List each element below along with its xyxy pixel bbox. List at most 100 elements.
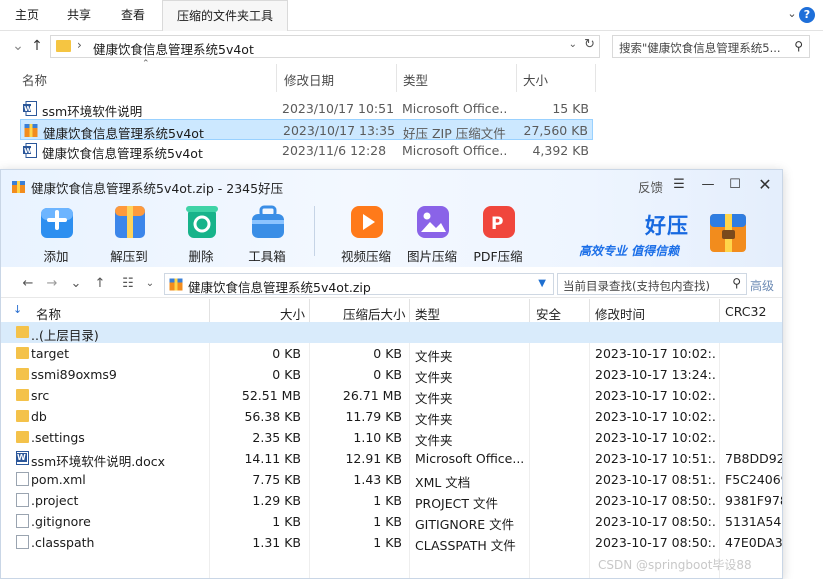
zip-search-input[interactable]: 当前目录查找(支持包内查找) ⚲ [557, 273, 747, 295]
video-compress-button[interactable]: 视频压缩 [334, 200, 398, 264]
entry-compressed-size: 1 KB [373, 493, 402, 508]
entry-type: 文件夹 [415, 349, 453, 364]
zip-path-combobox[interactable]: 健康饮食信息管理系统5v4ot.zip ▼ [164, 273, 554, 295]
entry-name: .project [31, 493, 79, 508]
entry-compressed-size: 12.91 KB [345, 451, 402, 466]
feedback-link[interactable]: 反馈 [638, 177, 663, 196]
video-compress-label: 视频压缩 [340, 249, 391, 264]
delete-label: 删除 [188, 249, 214, 264]
image-compress-label: 图片压缩 [406, 249, 457, 264]
ribbon-expand-icon[interactable]: ⌄ [784, 7, 800, 23]
file-date: 2023/11/6 12:28 [282, 143, 387, 158]
column-security[interactable]: 安全 [536, 304, 561, 323]
up-level-icon[interactable]: ↑ [91, 275, 109, 293]
sort-ascending-icon: ⌃ [142, 59, 150, 69]
archive-entry-row[interactable]: .project 1.29 KB 1 KB PROJECT 文件 2023-10… [1, 490, 782, 511]
archive-entry-row[interactable]: target 0 KB 0 KB 文件夹 2023-10-17 10:02:..… [1, 343, 782, 364]
ribbon-tab-home[interactable]: 主页 [15, 0, 39, 31]
word-icon: W [23, 143, 37, 158]
archive-entry-row[interactable]: src 52.51 MB 26.71 MB 文件夹 2023-10-17 10:… [1, 385, 782, 406]
file-icon [16, 535, 29, 549]
up-arrow-icon[interactable]: ↑ [29, 37, 45, 55]
archive-entry-row[interactable]: ssmi89oxms9 0 KB 0 KB 文件夹 2023-10-17 13:… [1, 364, 782, 385]
explorer-file-row[interactable]: W ssm环境软件说明 2023/10/17 10:51 Microsoft O… [20, 98, 593, 119]
archive-entry-row[interactable]: pom.xml 7.75 KB 1.43 KB XML 文档 2023-10-1… [1, 469, 782, 490]
delete-button[interactable]: 删除 [169, 200, 233, 264]
column-type[interactable]: 类型 [403, 70, 428, 89]
entry-name: pom.xml [31, 472, 86, 487]
refresh-icon[interactable]: ↻ [584, 37, 595, 52]
extract-to-button[interactable]: 解压到 [97, 200, 161, 264]
advanced-search-link[interactable]: 高级 [750, 277, 774, 294]
folder-icon [56, 40, 71, 52]
entry-type: 文件夹 [415, 412, 453, 427]
column-name[interactable]: 名称 [22, 70, 47, 89]
sort-down-icon: ↓ [13, 303, 23, 316]
maximize-icon[interactable]: ☐ [725, 175, 745, 195]
explorer-file-row-selected[interactable]: 健康饮食信息管理系统5v4ot 2023/10/17 13:35 好压 ZIP … [20, 119, 593, 141]
address-dropdown-icon[interactable]: ⌄ [569, 39, 577, 50]
word-icon: W [23, 101, 37, 116]
file-icon [16, 493, 29, 507]
forward-arrow-icon[interactable]: → [43, 275, 61, 293]
entry-modified: 2023-10-17 10:02:... [595, 430, 715, 445]
archive-entry-row[interactable]: db 56.38 KB 11.79 KB 文件夹 2023-10-17 10:0… [1, 406, 782, 427]
column-modified[interactable]: 修改时间 [595, 304, 645, 323]
minimize-icon[interactable]: — [698, 175, 718, 195]
ribbon-tab-share[interactable]: 共享 [67, 0, 91, 31]
archive-entry-row[interactable]: .classpath 1.31 KB 1 KB CLASSPATH 文件 202… [1, 532, 782, 553]
brand-slogan: 高效专业 值得信赖 [579, 244, 680, 258]
explorer-search-input[interactable]: 搜索"健康饮食信息管理系统5... ⚲ [612, 35, 810, 58]
history-dropdown-icon[interactable]: ⌄ [67, 275, 85, 293]
extract-icon [115, 206, 145, 238]
help-icon[interactable]: ? [799, 7, 815, 23]
entry-type: 文件夹 [415, 370, 453, 385]
pdf-compress-button[interactable]: P PDF压缩 [466, 200, 530, 264]
view-mode-icon[interactable]: ☷ [119, 275, 137, 293]
entry-modified: 2023-10-17 10:02:... [595, 388, 715, 403]
explorer-address-bar[interactable]: › 健康饮食信息管理系统5v4ot ⌄ ↻ [50, 35, 600, 58]
column-date[interactable]: 修改日期 [284, 70, 334, 89]
column-size[interactable]: 大小 [523, 70, 548, 89]
explorer-file-row[interactable]: W 健康饮食信息管理系统5v4ot 2023/11/6 12:28 Micros… [20, 140, 593, 161]
zip-window-title: 健康饮食信息管理系统5v4ot.zip - 2345好压 [31, 181, 284, 196]
menu-icon[interactable]: ☰ [669, 175, 689, 195]
archive-entry-row[interactable]: .gitignore 1 KB 1 KB GITIGNORE 文件 2023-1… [1, 511, 782, 532]
parent-directory-row[interactable]: ..(上层目录) [1, 322, 782, 343]
search-placeholder: 搜索"健康饮食信息管理系统5... [619, 41, 781, 55]
search-icon[interactable]: ⚲ [794, 39, 803, 53]
entry-name: .settings [31, 430, 85, 445]
recent-locations-icon[interactable]: ⌄ [10, 37, 26, 55]
entry-crc: 9381F978 [725, 493, 782, 508]
close-icon[interactable]: ✕ [755, 175, 775, 195]
column-crc32[interactable]: CRC32 [725, 304, 766, 319]
folder-icon [16, 389, 29, 401]
ribbon-tab-view[interactable]: 查看 [121, 0, 145, 31]
column-type[interactable]: 类型 [415, 304, 440, 323]
column-compressed-size[interactable]: 压缩后大小 [343, 304, 406, 323]
csdn-watermark: CSDN @springboot毕设88 [598, 558, 752, 572]
toolbox-button[interactable]: 工具箱 [235, 200, 299, 264]
pdf-compress-label: PDF压缩 [473, 249, 523, 264]
search-icon[interactable]: ⚲ [732, 276, 741, 290]
add-button[interactable]: 添加 [24, 200, 88, 264]
entry-modified: 2023-10-17 08:51:... [595, 472, 715, 487]
file-type: Microsoft Office... [402, 143, 507, 158]
entry-modified: 2023-10-17 10:51:... [595, 451, 715, 466]
column-name[interactable]: 名称 [36, 304, 61, 323]
column-size[interactable]: 大小 [280, 304, 305, 323]
back-arrow-icon[interactable]: ← [19, 275, 37, 293]
zip-file-icon [169, 278, 183, 291]
image-compress-button[interactable]: 图片压缩 [400, 200, 464, 264]
entry-modified: 2023-10-17 08:50:... [595, 535, 715, 550]
entry-name: target [31, 346, 70, 361]
entry-name: db [31, 409, 47, 424]
entry-compressed-size: 1 KB [373, 514, 402, 529]
view-mode-dropdown-icon[interactable]: ⌄ [141, 275, 159, 293]
archive-entry-row[interactable]: .settings 2.35 KB 1.10 KB 文件夹 2023-10-17… [1, 427, 782, 448]
path-dropdown-icon[interactable]: ▼ [538, 278, 546, 289]
file-size: 4,392 KB [532, 143, 589, 158]
file-icon [16, 472, 29, 486]
ribbon-tab-compressed-folder-tools[interactable]: 压缩的文件夹工具 [162, 0, 289, 31]
archive-entry-row[interactable]: ssm环境软件说明.docx 14.11 KB 12.91 KB Microso… [1, 448, 782, 469]
